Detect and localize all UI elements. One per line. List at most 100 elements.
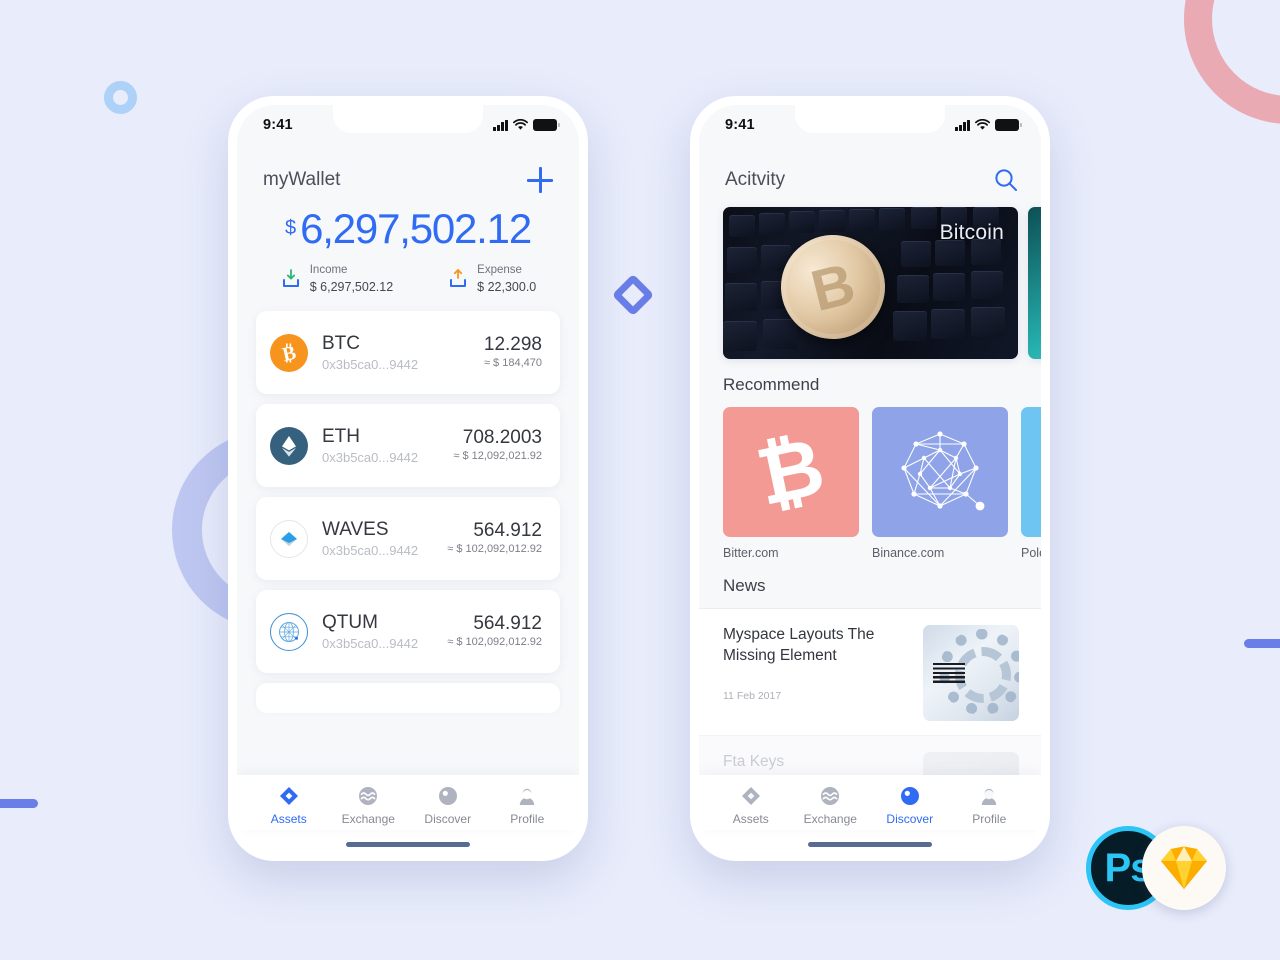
tab-label: Assets [270, 812, 307, 826]
bottom-tab-bar[interactable]: Assets Exchange Discover Profile [237, 775, 579, 830]
phone-mockup-activity: 9:41 Acitvity B Bitcoin Recommend ₿ Bitt… [690, 96, 1050, 861]
tab-profile[interactable]: Profile [492, 785, 562, 826]
coin-address: 0x3b5ca0...9442 [322, 356, 419, 372]
coin-symbol: ETH [322, 425, 360, 447]
tab-exchange[interactable]: Exchange [333, 785, 403, 826]
decorative-diamond-icon [611, 273, 655, 317]
svg-text:B: B [280, 342, 298, 365]
tab-exchange[interactable]: Exchange [795, 785, 865, 826]
balance-row: $ 6,297,502.12 [237, 205, 579, 252]
banner-label: Bitcoin [939, 221, 1004, 244]
expense-value: $ 22,300.0 [477, 279, 537, 294]
income-label: Income [309, 264, 348, 277]
banner-bitcoin[interactable]: B Bitcoin [723, 207, 1018, 359]
coin-symbol: BTC [322, 332, 360, 354]
discover-circle-icon [437, 785, 459, 807]
expense-text: Expense $ 22,300.0 [477, 263, 536, 295]
search-icon[interactable] [993, 167, 1019, 193]
coin-values: 708.2003 ≈ $ 12,092,021.92 [453, 427, 542, 466]
news-title: Myspace Layouts The Missing Element [723, 626, 875, 664]
coin-symbol: QTUM [322, 611, 378, 633]
coin-values: 564.912 ≈ $ 102,092,012.92 [447, 613, 542, 652]
home-indicator[interactable] [808, 842, 932, 847]
tab-label: Discover [424, 812, 472, 826]
tab-label: Profile [972, 812, 1007, 826]
background-decoration-layer [0, 0, 1280, 960]
bottom-tab-bar[interactable]: Assets Exchange Discover Profile [699, 775, 1041, 830]
news-thumbnail [923, 625, 1019, 721]
list-item[interactable]: Polone [1021, 407, 1041, 560]
expense-item[interactable]: Expense $ 22,300.0 [447, 263, 536, 295]
home-indicator-area [699, 830, 1041, 852]
table-row[interactable]: WAVES 0x3b5ca0...9442 564.912 ≈ $ 102,09… [256, 497, 560, 581]
wifi-icon [513, 119, 528, 130]
decorative-bar-left [0, 799, 38, 808]
coin-amount: 564.912 [473, 612, 542, 634]
section-title-news: News [723, 576, 766, 595]
recommend-name: Polone [1021, 546, 1041, 560]
tab-profile[interactable]: Profile [954, 785, 1024, 826]
news-thumbnail [923, 752, 1019, 775]
news-text: Myspace Layouts The Missing Element 11 F… [723, 625, 907, 702]
assets-diamond-icon [278, 785, 300, 807]
wifi-icon [975, 119, 990, 130]
table-row[interactable]: QTUM 0x3b5ca0...9442 564.912 ≈ $ 102,092… [256, 590, 560, 674]
ibm-logo-icon [933, 663, 965, 683]
tab-discover[interactable]: Discover [413, 785, 483, 826]
btc-coin-icon: B [270, 333, 308, 372]
table-row-partial[interactable] [256, 683, 560, 714]
home-indicator[interactable] [346, 842, 470, 847]
news-date: 11 Feb 2017 [723, 690, 782, 703]
list-item[interactable]: Myspace Layouts The Missing Element 11 F… [699, 608, 1041, 735]
banner-secondary[interactable] [1028, 207, 1041, 359]
tab-assets[interactable]: Assets [716, 785, 786, 826]
coin-address: 0x3b5ca0...9442 [322, 635, 419, 651]
asset-list[interactable]: B BTC 0x3b5ca0...9442 12.298 ≈ $ 184,470… [237, 295, 579, 775]
table-row[interactable]: B BTC 0x3b5ca0...9442 12.298 ≈ $ 184,470 [256, 311, 560, 395]
activity-body[interactable]: B Bitcoin Recommend ₿ Bitter.com Binance… [699, 193, 1041, 775]
list-item[interactable]: Binance.com [872, 407, 1008, 560]
coin-fiat-value: ≈ $ 12,092,021.92 [453, 450, 542, 463]
activity-screen: 9:41 Acitvity B Bitcoin Recommend ₿ Bitt… [699, 105, 1041, 852]
table-row[interactable]: ETH 0x3b5ca0...9442 708.2003 ≈ $ 12,092,… [256, 404, 560, 488]
qtum-coin-icon [270, 612, 308, 651]
tab-label: Exchange [803, 812, 857, 826]
news-list[interactable]: Myspace Layouts The Missing Element 11 F… [699, 608, 1041, 775]
status-bar: 9:41 [237, 105, 579, 145]
recommend-name: Bitter.com [723, 546, 779, 560]
coin-info: BTC 0x3b5ca0...9442 [322, 333, 484, 373]
tab-discover[interactable]: Discover [875, 785, 945, 826]
coin-fiat-value: ≈ $ 184,470 [483, 357, 542, 370]
balance-amount: 6,297,502.12 [300, 205, 532, 252]
activity-header: Acitvity [699, 145, 1041, 193]
banner-carousel[interactable]: B Bitcoin [699, 207, 1041, 359]
coin-values: 12.298 ≈ $ 184,470 [484, 334, 542, 373]
home-indicator-area [237, 830, 579, 852]
income-item[interactable]: Income $ 6,297,502.12 [280, 263, 393, 295]
network-graph-icon [872, 407, 1008, 537]
income-value: $ 6,297,502.12 [309, 279, 394, 294]
list-item[interactable]: Fta Keys [699, 735, 1041, 775]
sketch-badge [1142, 826, 1226, 910]
plus-icon[interactable] [527, 167, 553, 193]
coin-symbol: WAVES [322, 518, 389, 540]
coin-fiat-value: ≈ $ 102,092,012.92 [447, 636, 542, 649]
status-icons [493, 119, 560, 131]
coin-amount: 12.298 [483, 333, 542, 355]
coin-address: 0x3b5ca0...9442 [322, 449, 419, 465]
income-text: Income $ 6,297,502.12 [310, 263, 393, 295]
signal-icon [955, 119, 970, 131]
signal-icon [493, 119, 508, 131]
battery-icon [533, 119, 560, 131]
profile-person-icon [978, 785, 1000, 807]
recommend-row[interactable]: ₿ Bitter.com Binance.com Pol [699, 407, 1041, 560]
recommend-name: Binance.com [872, 546, 945, 560]
sketch-diamond-icon [1161, 846, 1207, 889]
phone-mockup-wallet: 9:41 myWallet $ 6,297,502.12 Income $ 6,… [228, 96, 588, 861]
tab-assets[interactable]: Assets [254, 785, 324, 826]
assets-diamond-icon [740, 785, 762, 807]
discover-circle-icon [899, 785, 921, 807]
list-item[interactable]: ₿ Bitter.com [723, 407, 859, 560]
profile-person-icon [516, 785, 538, 807]
news-title: Fta Keys [723, 753, 785, 770]
